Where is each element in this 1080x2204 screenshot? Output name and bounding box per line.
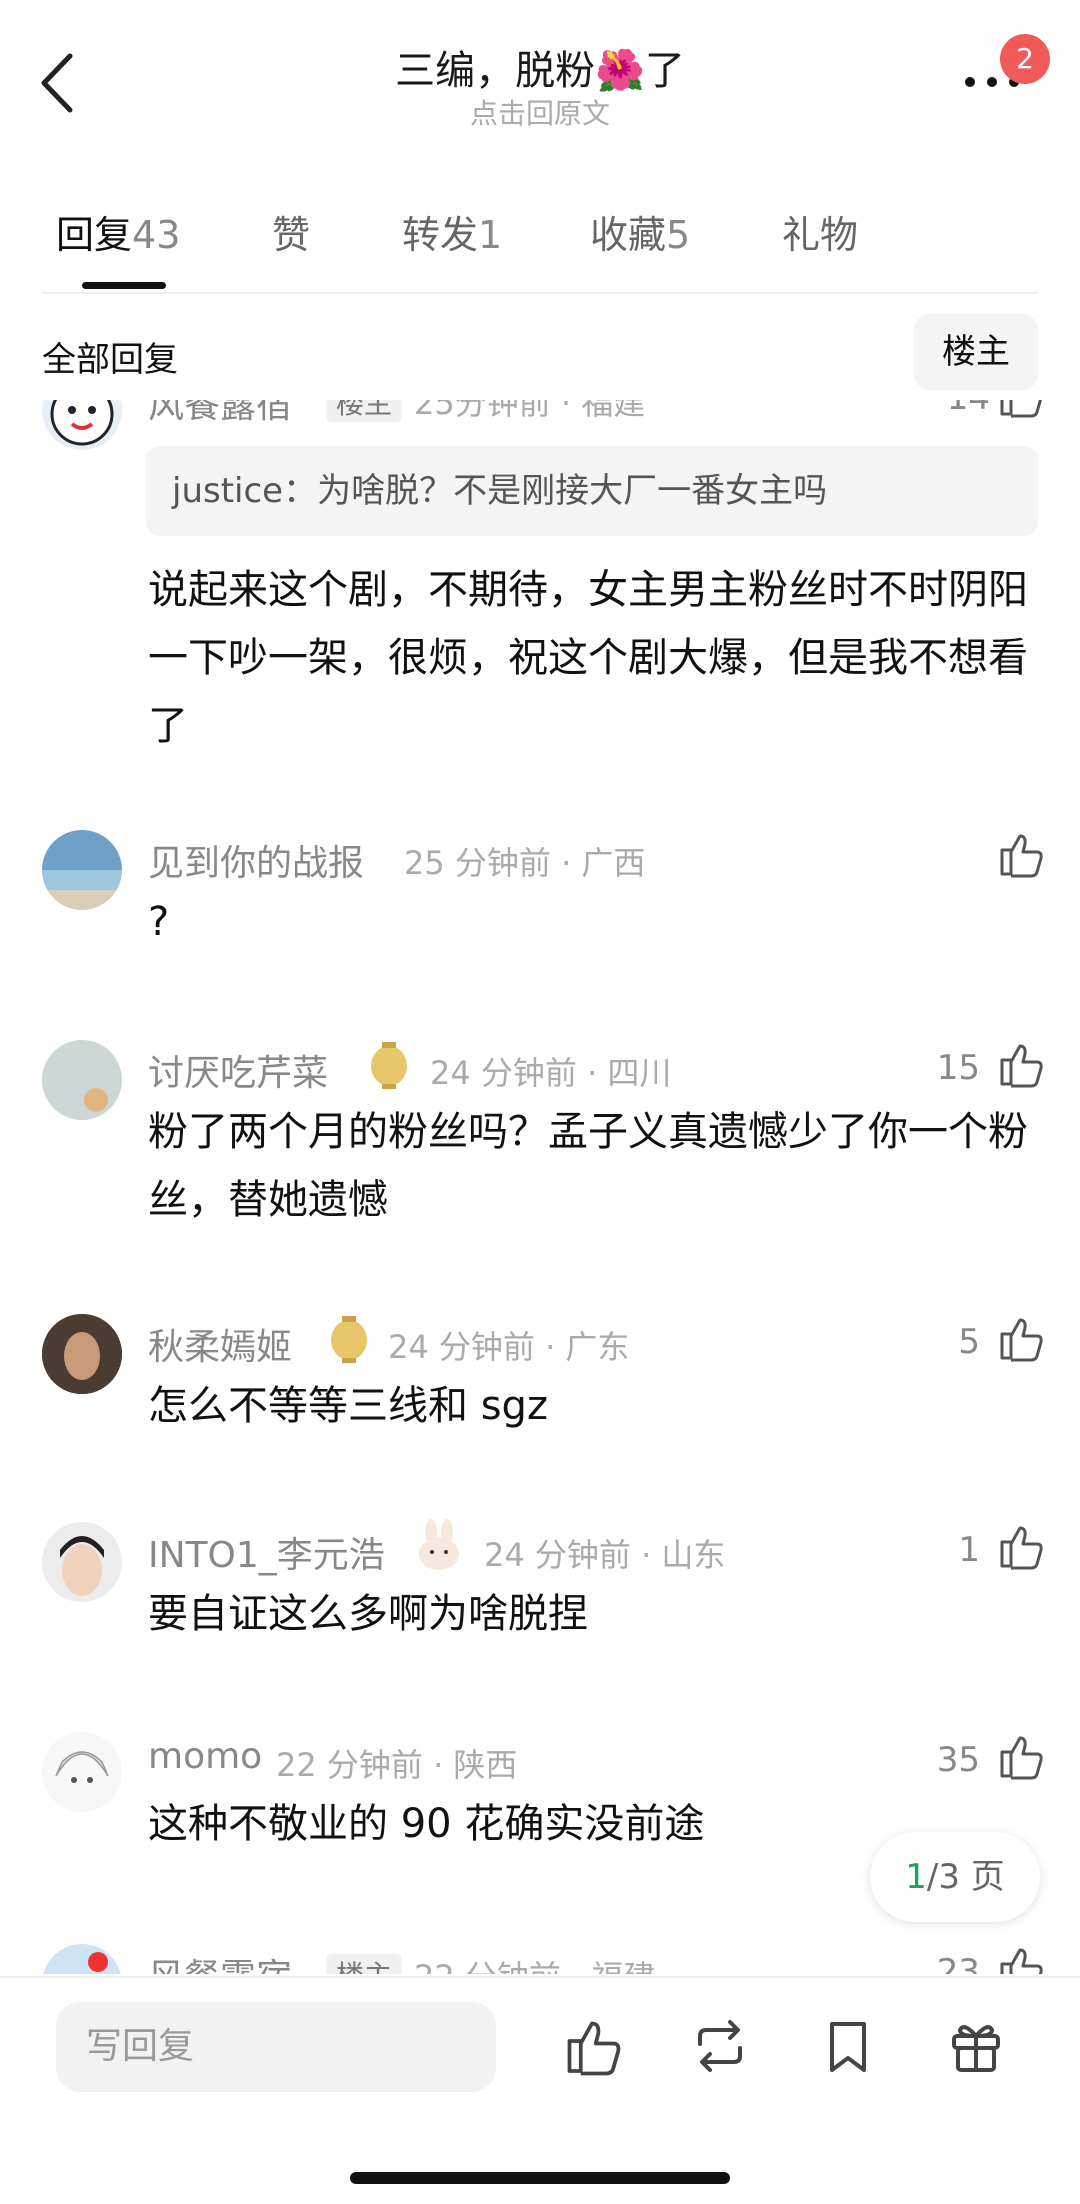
avatar-image: [42, 1522, 122, 1602]
like-count: 23: [936, 1952, 980, 1974]
tab-label: 礼物: [782, 213, 859, 257]
current-page: 1: [905, 1857, 927, 1897]
comment-text: 要自证这么多啊为啥脱捏: [148, 1591, 588, 1637]
avatar[interactable]: [42, 830, 122, 910]
all-replies-label: 全部回复: [42, 340, 178, 380]
comment-username[interactable]: 风餐露宿: [148, 1948, 292, 1974]
tab-gifts[interactable]: 礼物: [782, 204, 858, 259]
tab-label: 转发: [402, 213, 479, 257]
avatar[interactable]: [42, 1732, 122, 1812]
like-button[interactable]: [996, 830, 1044, 878]
divider: [0, 1976, 1080, 1978]
like-count: 14: [930, 400, 990, 418]
tab-favorites[interactable]: 收藏5: [590, 204, 690, 259]
thumbs-up-icon: [1000, 400, 1042, 418]
comment-username[interactable]: 秋柔嫣姬: [148, 1318, 292, 1370]
like-button[interactable]: [996, 1040, 1044, 1088]
tab-label: 回复: [56, 213, 133, 257]
like-button[interactable]: [996, 1522, 1044, 1570]
active-tab-indicator: [82, 282, 166, 289]
avatar-image: [42, 1040, 122, 1120]
op-badge: 楼主: [326, 400, 403, 422]
bunny-icon: [412, 1518, 466, 1572]
avatar[interactable]: [42, 1522, 122, 1602]
comment-meta: 24 分钟前 · 四川: [430, 1054, 672, 1092]
repost-icon: [698, 2020, 742, 2072]
avatar-image: [42, 1732, 122, 1812]
like-button[interactable]: [996, 400, 1044, 418]
comment-meta: 24 分钟前 · 山东: [484, 1536, 726, 1574]
back-to-original-link[interactable]: 点击回原文: [0, 92, 1080, 132]
thumbs-up-icon: [1000, 1044, 1043, 1088]
divider: [42, 292, 1038, 294]
thumbs-up-icon: [1000, 1318, 1043, 1362]
thumbs-up-icon: [1000, 834, 1043, 878]
comment-username[interactable]: INTO1_李元浩: [148, 1526, 385, 1578]
avatar[interactable]: [42, 1944, 122, 1974]
page-title: 三编，脱粉🌺了: [395, 48, 685, 94]
avatar-image: [50, 400, 114, 446]
home-indicator[interactable]: [350, 2172, 730, 2184]
thumbs-up-icon: [1000, 1736, 1043, 1780]
comment-meta: 22 分钟前 · 陕西: [276, 1746, 518, 1784]
like-count: 1: [958, 1530, 980, 1570]
gift-button[interactable]: [946, 2016, 1006, 2076]
tab-label: 收藏: [590, 213, 667, 257]
tab-replies[interactable]: 回复43: [56, 204, 180, 259]
op-badge: 楼主: [326, 1954, 403, 1974]
comment-username[interactable]: 讨厌吃芹菜: [148, 1044, 328, 1096]
quoted-reply[interactable]: justice：为啥脱？不是刚接大厂一番女主吗: [146, 446, 1038, 536]
repost-button[interactable]: [690, 2016, 750, 2076]
comment-text: 粉了两个月的粉丝吗？孟子义真遗憾少了你一个粉丝，替她遗憾: [148, 1109, 1028, 1223]
quoted-user: justice：: [172, 471, 318, 511]
thumbs-up-icon: [1000, 1526, 1043, 1570]
reply-input[interactable]: 写回复: [56, 2002, 496, 2092]
comment-meta: 24 分钟前 · 广东: [388, 1328, 630, 1366]
thumbs-up-icon: [567, 2021, 621, 2076]
comment-text: 说起来这个剧，不期待，女主男主粉丝时不时阴阳一下吵一架，很烦，祝这个剧大爆，但是…: [148, 567, 1028, 749]
tab-count: 5: [666, 213, 691, 257]
quoted-text: 为啥脱？不是刚接大厂一番女主吗: [317, 471, 828, 511]
comment-meta: 22 分钟前 · 福建: [414, 1952, 655, 1974]
comment-username[interactable]: momo: [148, 1736, 262, 1777]
tab-likes[interactable]: 赞: [272, 204, 310, 259]
tab-reposts[interactable]: 转发1: [402, 204, 502, 259]
tab-label: 赞: [272, 213, 311, 257]
lantern-icon: [324, 1314, 374, 1364]
thumbs-up-icon: [1000, 1948, 1043, 1974]
comment-username[interactable]: 风餐露宿: [148, 400, 292, 428]
avatar-image: [42, 830, 122, 910]
comment-meta: 25分钟前 · 福建: [414, 400, 646, 422]
comment-meta: 25 分钟前 · 广西: [404, 844, 646, 882]
like-count: 35: [936, 1740, 980, 1780]
avatar[interactable]: [42, 1040, 122, 1120]
comment-text: 怎么不等等三线和 sgz: [148, 1383, 548, 1429]
notification-badge: 2: [1000, 34, 1050, 84]
like-button[interactable]: [996, 1732, 1044, 1780]
tab-count: 1: [478, 213, 503, 257]
total-pages: /3 页: [926, 1857, 1005, 1897]
favorite-button[interactable]: [818, 2016, 878, 2076]
avatar[interactable]: [42, 1314, 122, 1394]
like-post-button[interactable]: [562, 2016, 622, 2076]
tab-count: 43: [132, 213, 181, 257]
like-count: 15: [936, 1048, 980, 1088]
avatar[interactable]: [42, 400, 122, 450]
comment-username[interactable]: 见到你的战报: [148, 834, 364, 886]
like-button[interactable]: [996, 1944, 1044, 1974]
comment-list[interactable]: 风餐露宿 楼主 25分钟前 · 福建 14 justice：为啥脱？不是刚接大厂…: [0, 400, 1080, 1974]
page-indicator[interactable]: 1/3 页: [870, 1832, 1040, 1922]
comment-text: ?: [148, 899, 170, 945]
gift-icon: [952, 2025, 1000, 2072]
bookmark-icon: [830, 2022, 866, 2072]
avatar-image: [42, 1944, 122, 1974]
avatar-image: [42, 1314, 122, 1394]
op-only-button[interactable]: 楼主: [914, 314, 1038, 390]
lantern-icon: [364, 1040, 414, 1090]
like-count: 5: [958, 1322, 980, 1362]
like-button[interactable]: [996, 1314, 1044, 1362]
